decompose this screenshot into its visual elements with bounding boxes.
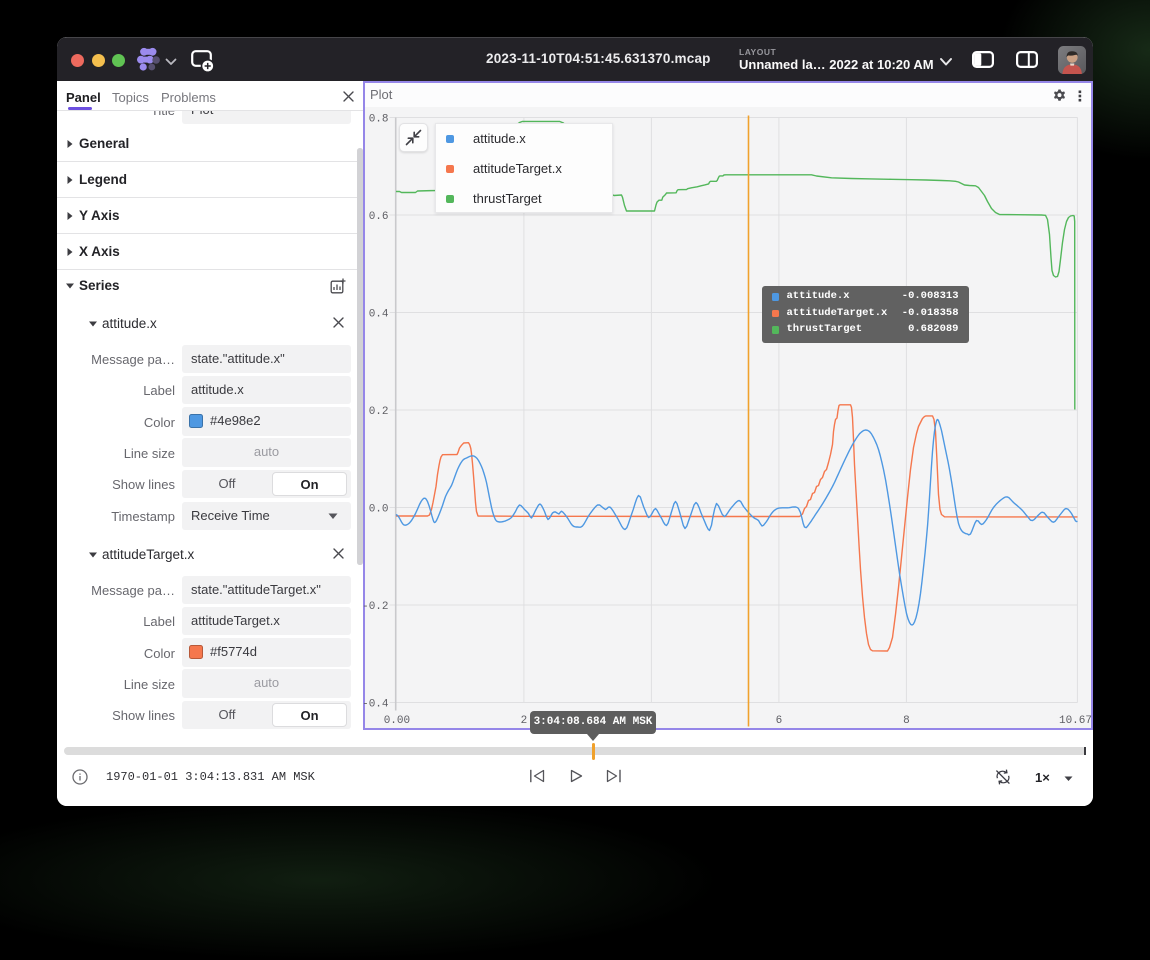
svg-text:2: 2 — [520, 715, 527, 727]
svg-text:8: 8 — [903, 715, 910, 727]
svg-text:0.0: 0.0 — [368, 503, 388, 515]
svg-text:0.4: 0.4 — [368, 308, 388, 320]
svg-text:-0.2: -0.2 — [362, 601, 388, 613]
svg-text:0.8: 0.8 — [368, 113, 388, 125]
svg-text:0.00: 0.00 — [383, 715, 409, 727]
svg-text:6: 6 — [775, 715, 782, 727]
svg-text:-0.4: -0.4 — [362, 698, 389, 710]
svg-text:0.2: 0.2 — [368, 406, 388, 418]
svg-text:10.67: 10.67 — [1058, 715, 1091, 727]
svg-text:0.6: 0.6 — [368, 211, 388, 223]
